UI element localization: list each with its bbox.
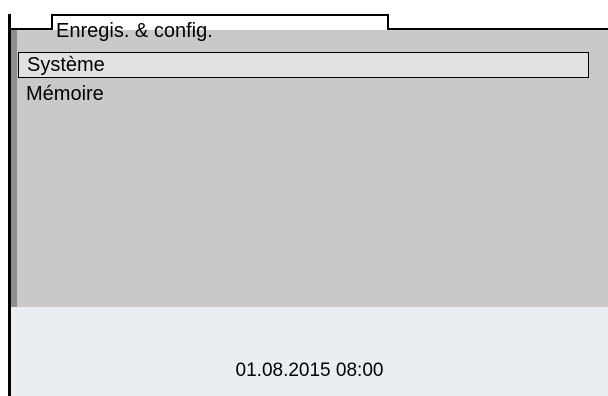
menu-item-label: Système xyxy=(27,54,105,76)
menu-item-systeme[interactable]: Système xyxy=(18,52,589,78)
tab-baseline-left xyxy=(11,28,53,30)
tab-baseline-right xyxy=(389,28,608,30)
device-screen: Enregis. & config. Système Mémoire 01.08… xyxy=(0,0,608,396)
page-title: Enregis. & config. xyxy=(56,20,213,42)
tab-border-top xyxy=(51,14,389,16)
panel-left-edge xyxy=(11,30,17,307)
status-bar: 01.08.2015 08:00 xyxy=(11,307,608,396)
menu-item-memoire[interactable]: Mémoire xyxy=(18,82,589,108)
menu-item-label: Mémoire xyxy=(26,83,104,105)
datetime-display: 01.08.2015 08:00 xyxy=(235,360,384,381)
tab-border-left xyxy=(51,16,53,30)
